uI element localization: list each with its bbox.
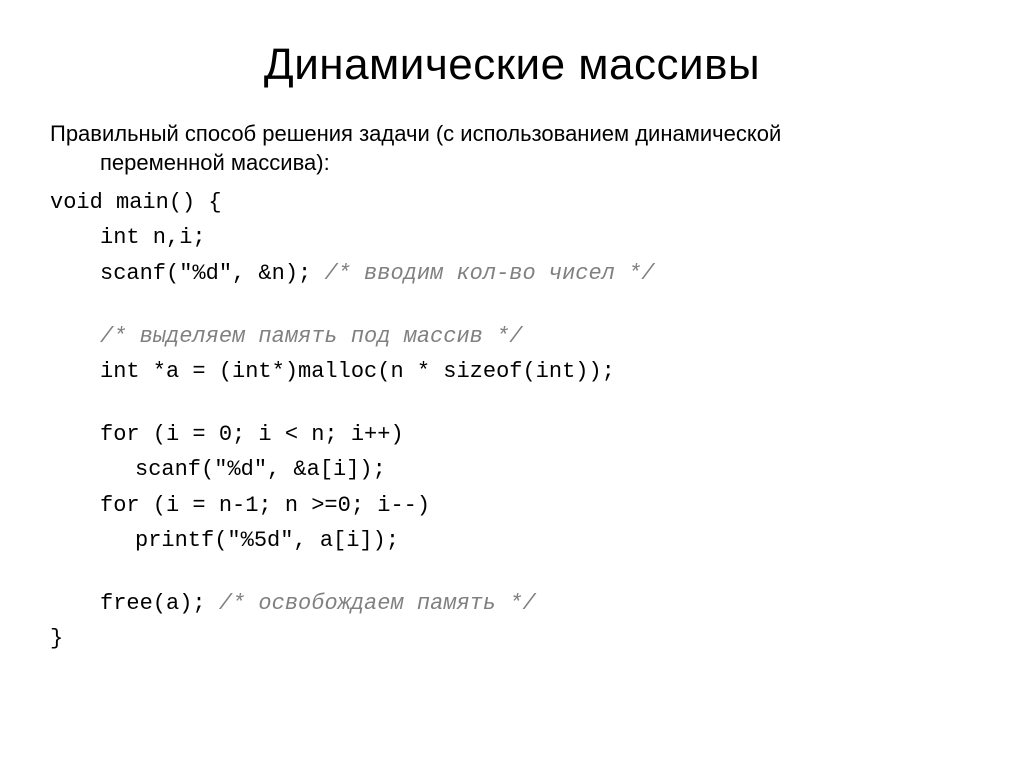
- blank-line: [50, 558, 974, 586]
- slide-title: Динамические массивы: [50, 40, 974, 90]
- intro-text: Правильный способ решения задачи (с испо…: [50, 120, 974, 177]
- blank-line: [50, 291, 974, 319]
- blank-line: [50, 389, 974, 417]
- code-line: scanf("%d", &n); /* вводим кол-во чисел …: [50, 256, 974, 291]
- intro-line-2: переменной массива):: [50, 149, 974, 178]
- code-line: printf("%5d", a[i]);: [50, 523, 974, 558]
- code-line: free(a); /* освобождаем память */: [50, 586, 974, 621]
- code-block: void main() { int n,i; scanf("%d", &n); …: [50, 185, 974, 656]
- code-line: for (i = n-1; n >=0; i--): [50, 488, 974, 523]
- code-comment: /* освобождаем память */: [219, 591, 536, 616]
- code-text: free(a);: [100, 591, 219, 616]
- code-line: void main() {: [50, 185, 974, 220]
- code-line: scanf("%d", &a[i]);: [50, 452, 974, 487]
- code-comment: /* выделяем память под массив */: [50, 319, 974, 354]
- code-text: scanf("%d", &n);: [100, 261, 324, 286]
- code-comment: /* вводим кол-во чисел */: [324, 261, 654, 286]
- code-line: int n,i;: [50, 220, 974, 255]
- code-line: }: [50, 621, 974, 656]
- code-line: int *a = (int*)malloc(n * sizeof(int));: [50, 354, 974, 389]
- code-line: for (i = 0; i < n; i++): [50, 417, 974, 452]
- intro-line-1: Правильный способ решения задачи (с испо…: [50, 120, 974, 149]
